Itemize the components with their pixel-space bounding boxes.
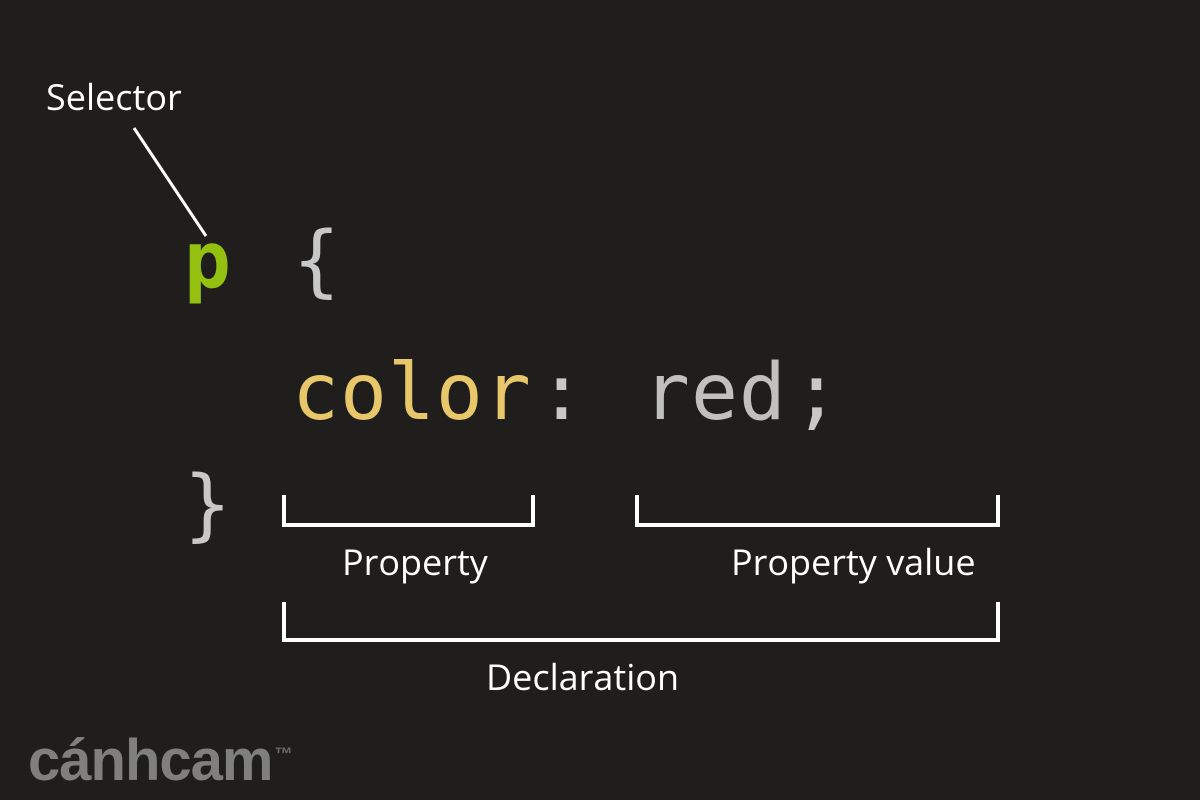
watermark: cánhcam™: [28, 727, 291, 794]
trademark-symbol: ™: [274, 744, 291, 764]
bracket-declaration: [284, 602, 998, 640]
label-selector: Selector: [46, 72, 182, 121]
bracket-property: [284, 495, 533, 525]
code-semicolon: ;: [793, 348, 840, 438]
bracket-property-value: [637, 495, 998, 525]
code-colon: :: [538, 348, 585, 438]
code-open-brace: {: [293, 216, 340, 306]
code-selector: p: [184, 216, 231, 306]
label-property: Property: [342, 537, 488, 586]
code-property: color: [292, 348, 532, 438]
watermark-text: cánhcam: [28, 728, 272, 793]
label-declaration: Declaration: [486, 652, 679, 701]
code-close-brace: }: [184, 460, 231, 550]
code-value: red: [643, 348, 787, 438]
label-property-value: Property value: [731, 537, 976, 586]
